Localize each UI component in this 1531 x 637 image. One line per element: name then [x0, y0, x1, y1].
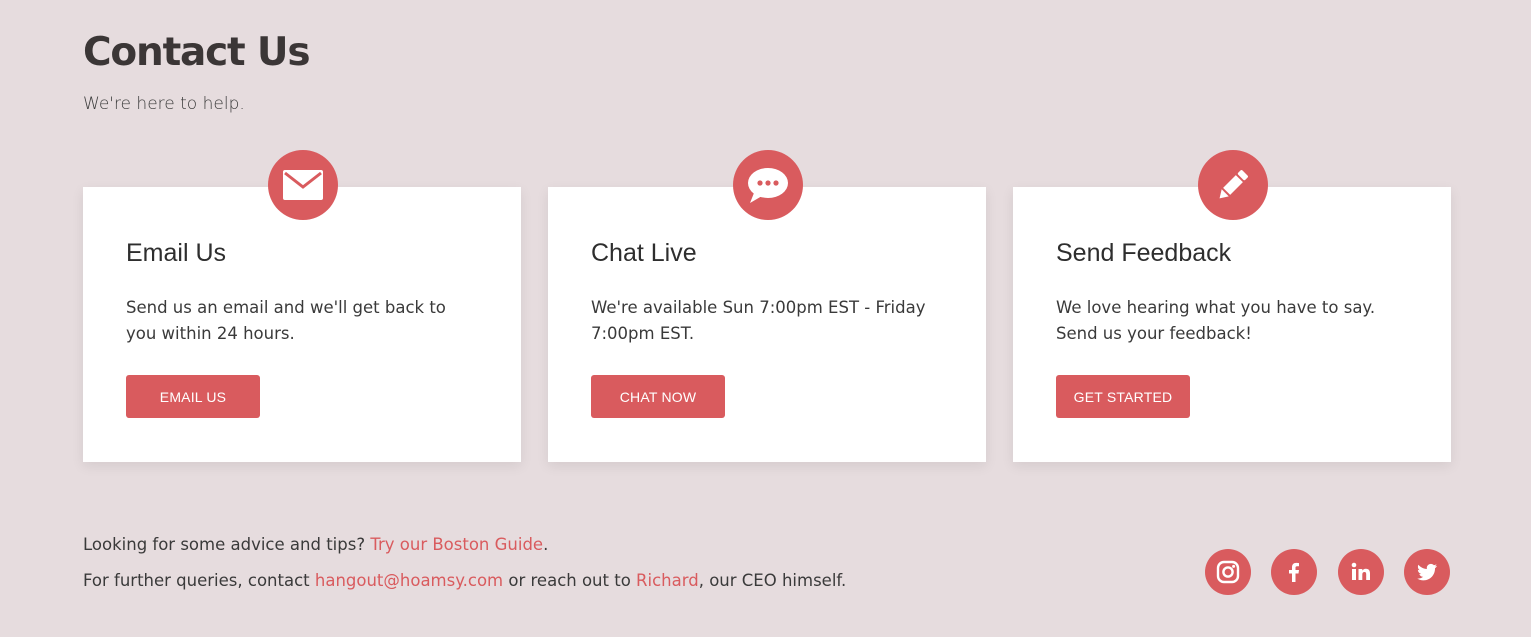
card-title: Chat Live [591, 239, 697, 267]
linkedin-icon[interactable] [1338, 549, 1384, 595]
feedback-card: Send Feedback We love hearing what you h… [1013, 150, 1451, 462]
advice-line: Looking for some advice and tips? Try ou… [83, 535, 548, 554]
pencil-icon [1198, 150, 1268, 220]
card-description: Send us an email and we'll get back to y… [126, 298, 446, 343]
ceo-link[interactable]: Richard [636, 571, 699, 590]
page-subtitle: We're here to help. [83, 94, 245, 114]
boston-guide-link[interactable]: Try our Boston Guide [370, 535, 543, 554]
email-link[interactable]: hangout@hoamsy.com [315, 571, 503, 590]
email-card: Email Us Send us an email and we'll get … [83, 150, 521, 462]
facebook-icon[interactable] [1271, 549, 1317, 595]
card-description: We're available Sun 7:00pm EST - Friday … [591, 298, 926, 343]
envelope-icon [268, 150, 338, 220]
chat-bubble-icon [733, 150, 803, 220]
queries-line: For further queries, contact hangout@hoa… [83, 571, 846, 590]
card-title: Send Feedback [1056, 239, 1232, 267]
card-description: We love hearing what you have to say. Se… [1056, 298, 1376, 343]
get-started-button[interactable]: GET STARTED [1056, 375, 1190, 418]
card-title: Email Us [126, 239, 227, 267]
twitter-icon[interactable] [1404, 549, 1450, 595]
page-title: Contact Us [83, 30, 311, 75]
chat-card: Chat Live We're available Sun 7:00pm EST… [548, 150, 986, 462]
instagram-icon[interactable] [1205, 549, 1251, 595]
advice-suffix: . [543, 535, 549, 554]
queries-text: For further queries, contact [83, 571, 315, 590]
email-us-button[interactable]: EMAIL US [126, 375, 260, 418]
queries-suffix: , our CEO himself. [698, 571, 847, 590]
advice-text: Looking for some advice and tips? [83, 535, 371, 554]
queries-middle: or reach out to [503, 571, 637, 590]
chat-now-button[interactable]: CHAT NOW [591, 375, 725, 418]
